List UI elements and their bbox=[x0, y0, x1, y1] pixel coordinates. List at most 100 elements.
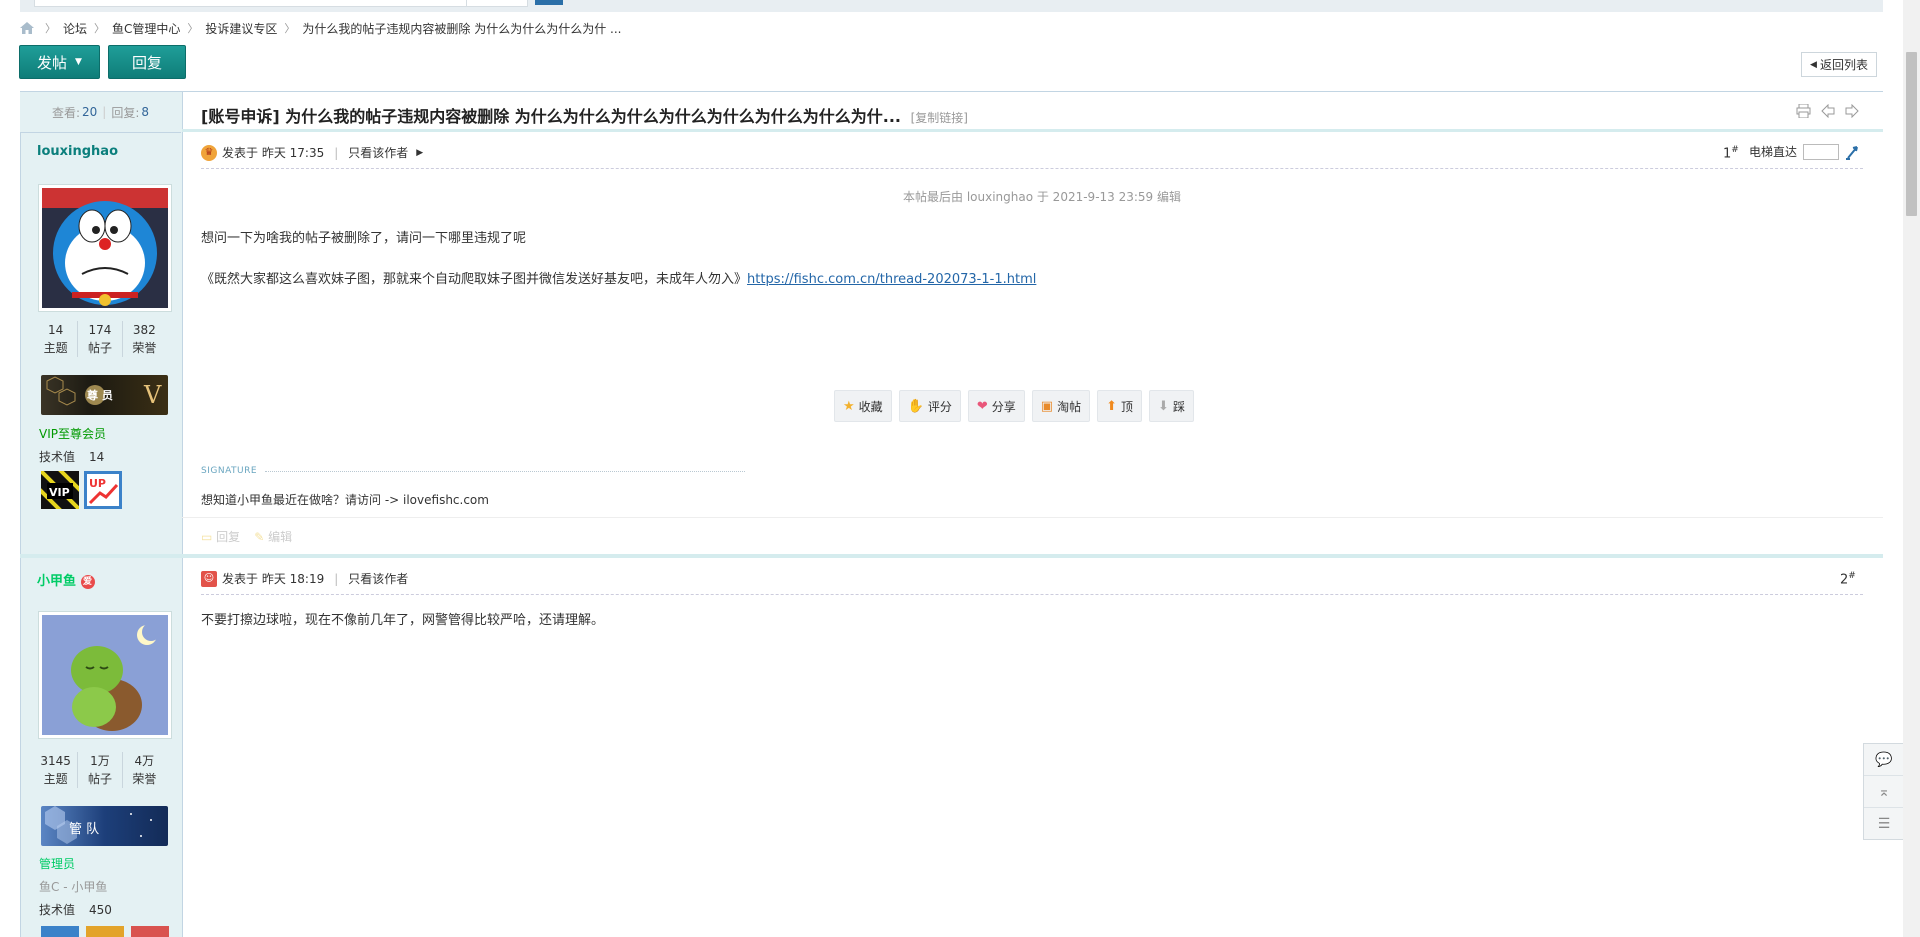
share-button[interactable]: ❤ 分享 bbox=[967, 390, 1025, 422]
author-only-link[interactable]: 只看该作者 bbox=[348, 144, 408, 161]
post-info-divider-2 bbox=[201, 594, 1863, 595]
svg-text:UP: UP bbox=[89, 477, 106, 490]
author-name-2-label: 小甲鱼 bbox=[37, 574, 77, 589]
medal-blue-icon[interactable] bbox=[41, 926, 79, 937]
vertical-scrollbar[interactable] bbox=[1903, 0, 1920, 937]
new-post-label: 发帖 bbox=[37, 53, 68, 72]
quick-reply-link[interactable]: ▭ 回复 bbox=[201, 528, 240, 545]
back-to-list-button[interactable]: ◀ 返回列表 bbox=[1801, 52, 1877, 77]
post-content-1: 想问一下为啥我的帖子被删除了，请问一下哪里违规了呢 bbox=[201, 231, 527, 246]
search-type-select[interactable] bbox=[466, 0, 528, 7]
up-medal-icon[interactable]: UP bbox=[84, 471, 122, 509]
thread-link[interactable]: https://fishc.com.cn/thread-202073-1-1.h… bbox=[747, 272, 1036, 287]
post-content-2-text: 《既然大家都这么喜欢妹子图，那就来个自动爬取妹子图并微信发送好基友吧，未成年人勿… bbox=[201, 272, 748, 287]
heart-badge-icon: 爱 bbox=[80, 574, 95, 589]
signature-bottom-line bbox=[182, 517, 1883, 518]
copy-link[interactable]: [复制链接] bbox=[911, 111, 968, 125]
stat-topics-2[interactable]: 3145 主题 bbox=[34, 752, 79, 788]
top-search-strip bbox=[20, 0, 1883, 12]
medal-yellow-icon[interactable] bbox=[86, 926, 124, 937]
scrollbar-thumb[interactable] bbox=[1906, 52, 1917, 216]
rate-button[interactable]: ✋ 评分 bbox=[898, 390, 961, 422]
vip-medal-icon[interactable]: VIP bbox=[41, 471, 79, 509]
stat-posts[interactable]: 174 帖子 bbox=[78, 321, 123, 357]
floor-number-1[interactable]: 1# bbox=[1723, 145, 1739, 161]
breadcrumb-complaints[interactable]: 投诉建议专区 bbox=[205, 20, 277, 37]
title-divider bbox=[182, 129, 1883, 132]
vip-banner: V 尊 员 bbox=[41, 375, 168, 415]
author-only-link-2[interactable]: 只看该作者 bbox=[348, 570, 408, 587]
avatar[interactable] bbox=[38, 184, 172, 312]
author-name[interactable]: louxinghao bbox=[37, 144, 118, 159]
medal-red-icon[interactable] bbox=[131, 926, 169, 937]
post-actions: ★ 收藏 ✋ 评分 ❤ 分享 ▣ 淘帖 ⬆ 顶 ⬇ 踩 bbox=[834, 390, 1194, 422]
tech-value: 14 bbox=[89, 450, 105, 464]
elevator-input[interactable] bbox=[1803, 143, 1840, 160]
tech-value-row-2: 技术值 450 bbox=[39, 901, 112, 918]
collect-thread-button[interactable]: ▣ 淘帖 bbox=[1031, 390, 1091, 422]
downvote-button[interactable]: ⬇ 踩 bbox=[1149, 390, 1194, 422]
back-to-list-label: 返回列表 bbox=[1819, 58, 1868, 72]
signature-text: 想知道小甲鱼最近在做啥？请访问 -> ilovefishc.com bbox=[201, 493, 489, 507]
tech-value-row: 技术值 14 bbox=[39, 448, 104, 465]
arrow-down-icon: ⬇ bbox=[1158, 398, 1169, 414]
tech-label-2: 技术值 bbox=[39, 903, 76, 917]
author-name-2[interactable]: 小甲鱼 爱 bbox=[37, 570, 95, 589]
comment-icon[interactable]: 💬 bbox=[1864, 744, 1904, 776]
stat-posts-2[interactable]: 1万 帖子 bbox=[78, 752, 123, 788]
signature-divider bbox=[265, 471, 745, 472]
triangle-right-icon[interactable]: ▶ bbox=[416, 148, 423, 158]
post-time-2: 发表于 昨天 18:19 bbox=[222, 572, 325, 586]
post-info-1: ♛ 发表于 昨天 17:35 | 只看该作者 ▶ bbox=[201, 144, 423, 161]
breadcrumb: 〉 论坛 〉 鱼C管理中心 〉 投诉建议专区 〉 为什么我的帖子违规内容被删除 … bbox=[20, 20, 622, 36]
list-icon[interactable]: ☰ bbox=[1864, 808, 1904, 839]
box-icon: ▣ bbox=[1040, 398, 1054, 414]
reply-icon: ▭ bbox=[201, 530, 213, 544]
user-icon: ☺ bbox=[201, 570, 217, 587]
new-post-button[interactable]: 发帖 ▼ bbox=[19, 45, 100, 79]
medal-row-2 bbox=[41, 926, 169, 937]
upvote-button[interactable]: ⬆ 顶 bbox=[1097, 390, 1143, 422]
floating-toolbar: 💬 ⌅ ☰ bbox=[1863, 743, 1905, 840]
stat-honor[interactable]: 382 荣誉 bbox=[123, 321, 166, 357]
replies-count: 8 bbox=[141, 105, 150, 119]
crown-icon: ♛ bbox=[201, 144, 217, 161]
post-info-divider bbox=[201, 168, 1863, 169]
floor-separator bbox=[20, 554, 1883, 558]
print-icon[interactable] bbox=[1796, 104, 1811, 118]
post-footer-actions: ▭ 回复 ✎ 编辑 bbox=[201, 528, 292, 545]
search-input[interactable] bbox=[34, 0, 468, 7]
user-group[interactable]: VIP至尊会员 bbox=[39, 425, 106, 442]
edit-link[interactable]: ✎ 编辑 bbox=[254, 528, 292, 545]
signature-label: SIGNATURE bbox=[201, 466, 258, 476]
reply-label: 回复 bbox=[131, 53, 162, 72]
next-thread-icon[interactable] bbox=[1845, 104, 1859, 118]
elevator-go-icon[interactable] bbox=[1845, 144, 1861, 160]
search-button[interactable] bbox=[535, 0, 563, 5]
thread-stats: 查看: 20 | 回复: 8 bbox=[20, 92, 181, 133]
reply-button[interactable]: 回复 bbox=[108, 45, 186, 79]
replies-label: 回复: bbox=[111, 105, 140, 120]
post-content-2: 《既然大家都这么喜欢妹子图，那就来个自动爬取妹子图并微信发送好基友吧，未成年人勿… bbox=[201, 268, 1036, 287]
admin-banner-text: 管 队 bbox=[69, 822, 100, 837]
user-group-2[interactable]: 管理员 bbox=[39, 855, 75, 872]
pencil-icon: ✎ bbox=[254, 530, 265, 544]
chevron-down-icon: ▼ bbox=[75, 57, 82, 67]
home-icon[interactable] bbox=[20, 22, 34, 34]
breadcrumb-thread[interactable]: 为什么我的帖子违规内容被删除 为什么为什么为什么为什 ... bbox=[302, 20, 621, 37]
avatar-2[interactable] bbox=[38, 611, 172, 739]
breadcrumb-management[interactable]: 鱼C管理中心 bbox=[112, 20, 180, 37]
avatar-doraemon-image bbox=[42, 188, 168, 308]
stat-topics[interactable]: 14 主题 bbox=[34, 321, 79, 357]
admin-banner: 管 队 bbox=[41, 806, 168, 846]
views-count: 20 bbox=[82, 105, 98, 119]
breadcrumb-forum[interactable]: 论坛 bbox=[63, 20, 87, 37]
back-to-top-icon[interactable]: ⌅ bbox=[1864, 776, 1904, 808]
prev-thread-icon[interactable] bbox=[1821, 104, 1835, 118]
favorite-button[interactable]: ★ 收藏 bbox=[834, 390, 892, 422]
stat-honor-2[interactable]: 4万 荣誉 bbox=[123, 752, 166, 788]
tech-label: 技术值 bbox=[39, 450, 76, 464]
elevator: 电梯直达 bbox=[1749, 143, 1861, 160]
star-icon: ★ bbox=[843, 398, 855, 414]
floor-number-2[interactable]: 2# bbox=[1840, 571, 1856, 587]
